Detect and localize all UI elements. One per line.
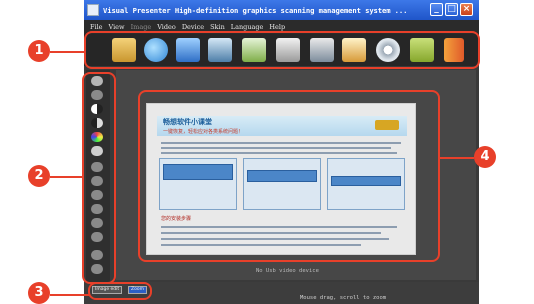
minimize-button[interactable]: _ [430,3,443,16]
leader-line-2 [50,176,84,178]
callout-4: 4 [474,146,496,168]
menu-device[interactable]: Device [182,23,204,31]
maximize-button[interactable]: □ [445,3,458,16]
window-title: Visual Presenter High-definition graphic… [103,5,408,15]
annotation-box-statusbar [88,282,152,300]
close-icon: × [462,4,471,14]
title-bar: Visual Presenter High-definition graphic… [84,0,479,20]
annotation-box-preview [138,90,440,262]
maximize-icon: □ [447,4,456,14]
menu-image[interactable]: Image [131,23,152,31]
leader-line-1 [50,51,86,53]
callout-2: 2 [28,165,50,187]
app-icon [87,4,99,16]
menu-view[interactable]: View [109,23,125,31]
annotation-box-sidebar [82,72,116,284]
menu-video[interactable]: Video [157,23,176,31]
callout-3: 3 [28,282,50,304]
menu-help[interactable]: Help [269,23,285,31]
menu-language[interactable]: Language [231,23,264,31]
leader-line-3 [50,294,90,296]
callout-1: 1 [28,40,50,62]
leader-line-4 [440,157,474,159]
no-device-message: No Usb video device [256,268,319,274]
screenshot-root: Visual Presenter High-definition graphic… [0,0,534,304]
status-hint: Mouse drag, scroll to zoom [300,295,387,301]
annotation-box-toolbar [84,31,480,69]
close-button[interactable]: × [460,3,473,16]
menu-file[interactable]: File [90,23,103,31]
menu-skin[interactable]: Skin [210,23,225,31]
minimize-icon: _ [434,4,439,14]
